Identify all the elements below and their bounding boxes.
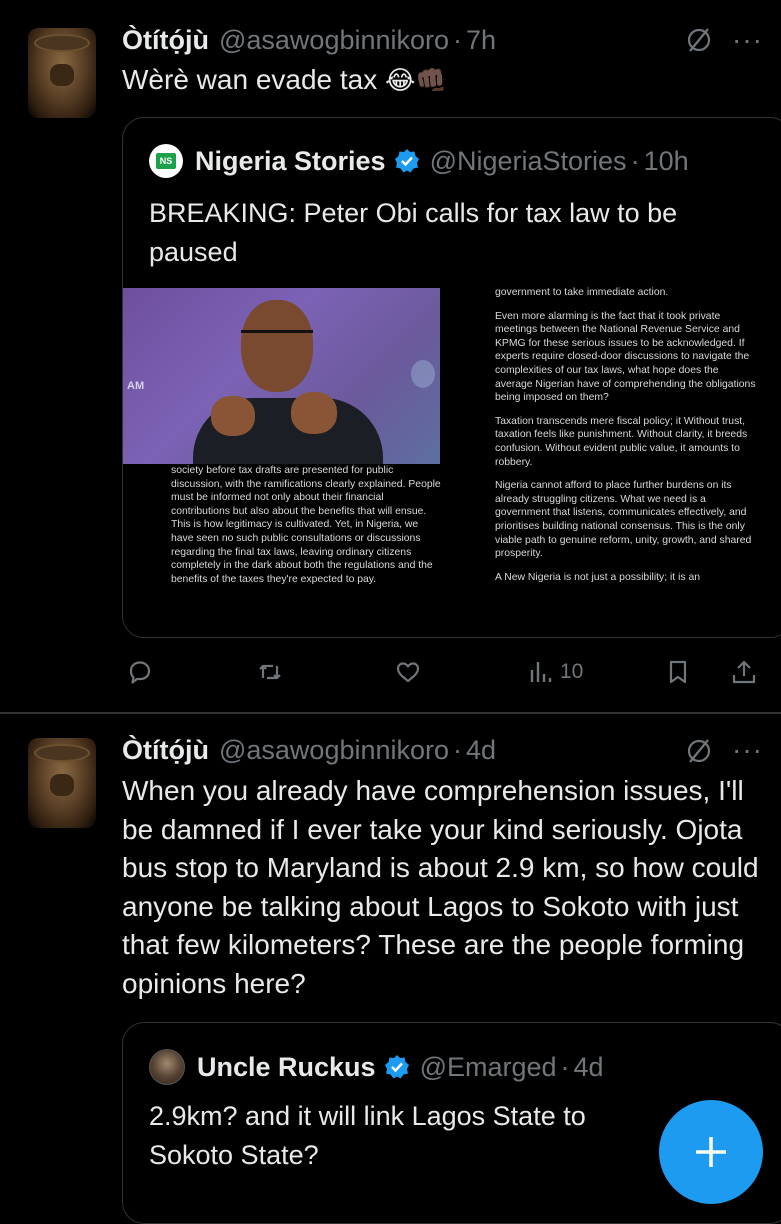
author-handle[interactable]: @asawogbinnikoro — [219, 735, 449, 766]
timestamp[interactable]: 4d — [466, 735, 496, 766]
separator: · — [560, 1051, 570, 1082]
tweet-text: When you already have comprehension issu… — [122, 775, 759, 999]
avatar[interactable] — [28, 738, 96, 828]
verified-icon — [384, 1055, 409, 1079]
emoji: 😂👊🏿 — [385, 65, 448, 95]
views-icon — [530, 662, 552, 682]
microphone-shape — [411, 360, 435, 388]
like-icon — [396, 662, 420, 683]
more-icon[interactable]: ··· — [732, 26, 763, 54]
document-paragraph: society before tax drafts are presented … — [171, 465, 441, 585]
separator: · — [453, 24, 463, 55]
document-paragraph: government to take immediate action. — [495, 287, 669, 298]
glasses-shape — [241, 330, 313, 347]
backdrop-text: AM — [127, 380, 145, 392]
author-name[interactable]: Òtítọ́jù — [122, 25, 209, 56]
tweet-text: Wèrè wan evade tax 😂👊🏿 — [122, 61, 772, 100]
quote-text: BREAKING: Peter Obi calls for tax law to… — [149, 198, 678, 267]
reply-button[interactable] — [126, 658, 154, 686]
tweet-header: Òtítọ́jù @asawogbinnikoro · 4d — [122, 730, 496, 770]
document-paragraph: Nigeria cannot afford to place further b… — [495, 480, 752, 560]
quote-avatar[interactable] — [149, 1049, 185, 1085]
peter-obi-photo: AM — [123, 288, 440, 464]
quote-author-name[interactable]: Nigeria Stories — [195, 146, 386, 177]
author-handle[interactable]: @asawogbinnikoro — [219, 25, 449, 56]
bookmark-button[interactable] — [664, 658, 692, 686]
avatar[interactable] — [28, 28, 96, 118]
quoted-tweet[interactable]: Nigeria Stories @NigeriaStories · 10h BR… — [122, 117, 781, 638]
quote-avatar[interactable] — [149, 144, 183, 178]
quote-header: Uncle Ruckus @Emarged · 4d — [149, 1049, 604, 1085]
bookmark-icon — [669, 660, 687, 684]
quote-author-handle[interactable]: @NigeriaStories — [430, 146, 627, 177]
compose-button[interactable] — [659, 1100, 763, 1204]
tweet-text-content: Wèrè wan evade tax — [122, 64, 378, 95]
action-bar: 10 — [122, 650, 762, 694]
share-button[interactable] — [730, 658, 758, 686]
views-count: 10 — [560, 660, 584, 683]
retweet-icon — [259, 664, 281, 680]
author-name[interactable]: Òtítọ́jù — [122, 735, 209, 766]
like-button[interactable] — [394, 658, 422, 686]
quote-timestamp[interactable]: 10h — [644, 146, 689, 177]
document-paragraph: A New Nigeria is not just a possibility;… — [495, 571, 701, 583]
tweet-1[interactable]: Òtítọ́jù @asawogbinnikoro · 7h ··· Wèrè … — [0, 0, 781, 712]
hand-shape — [291, 392, 337, 434]
separator: · — [453, 734, 463, 765]
verified-icon — [394, 149, 419, 173]
timestamp[interactable]: 7h — [466, 25, 496, 56]
separator: · — [630, 145, 640, 176]
mute-icon[interactable] — [684, 736, 714, 766]
views-button[interactable]: 10 — [526, 658, 583, 686]
reply-icon — [129, 661, 151, 684]
share-icon — [732, 660, 756, 684]
document-right-column: government to take immediate action. Eve… — [495, 286, 757, 594]
quote-header: Nigeria Stories @NigeriaStories · 10h — [149, 144, 689, 178]
hand-shape — [211, 396, 255, 436]
mute-icon[interactable] — [684, 25, 714, 55]
document-left-column: society before tax drafts are presented … — [171, 464, 441, 596]
compose-plus-icon — [696, 1137, 726, 1167]
quote-text: 2.9km? and it will link Lagos State to S… — [149, 1101, 586, 1170]
tweet-header: Òtítọ́jù @asawogbinnikoro · 7h — [122, 20, 496, 60]
retweet-button[interactable] — [256, 658, 284, 686]
quote-author-name[interactable]: Uncle Ruckus — [197, 1052, 376, 1083]
document-paragraph: Even more alarming is the fact that it t… — [495, 310, 756, 404]
quote-media[interactable]: AM society before tax drafts are present… — [123, 286, 781, 637]
quote-timestamp[interactable]: 4d — [574, 1052, 604, 1083]
quote-author-handle[interactable]: @Emarged — [420, 1052, 557, 1083]
more-icon[interactable]: ··· — [732, 736, 763, 764]
document-paragraph: Taxation transcends mere fiscal policy; … — [495, 415, 748, 468]
